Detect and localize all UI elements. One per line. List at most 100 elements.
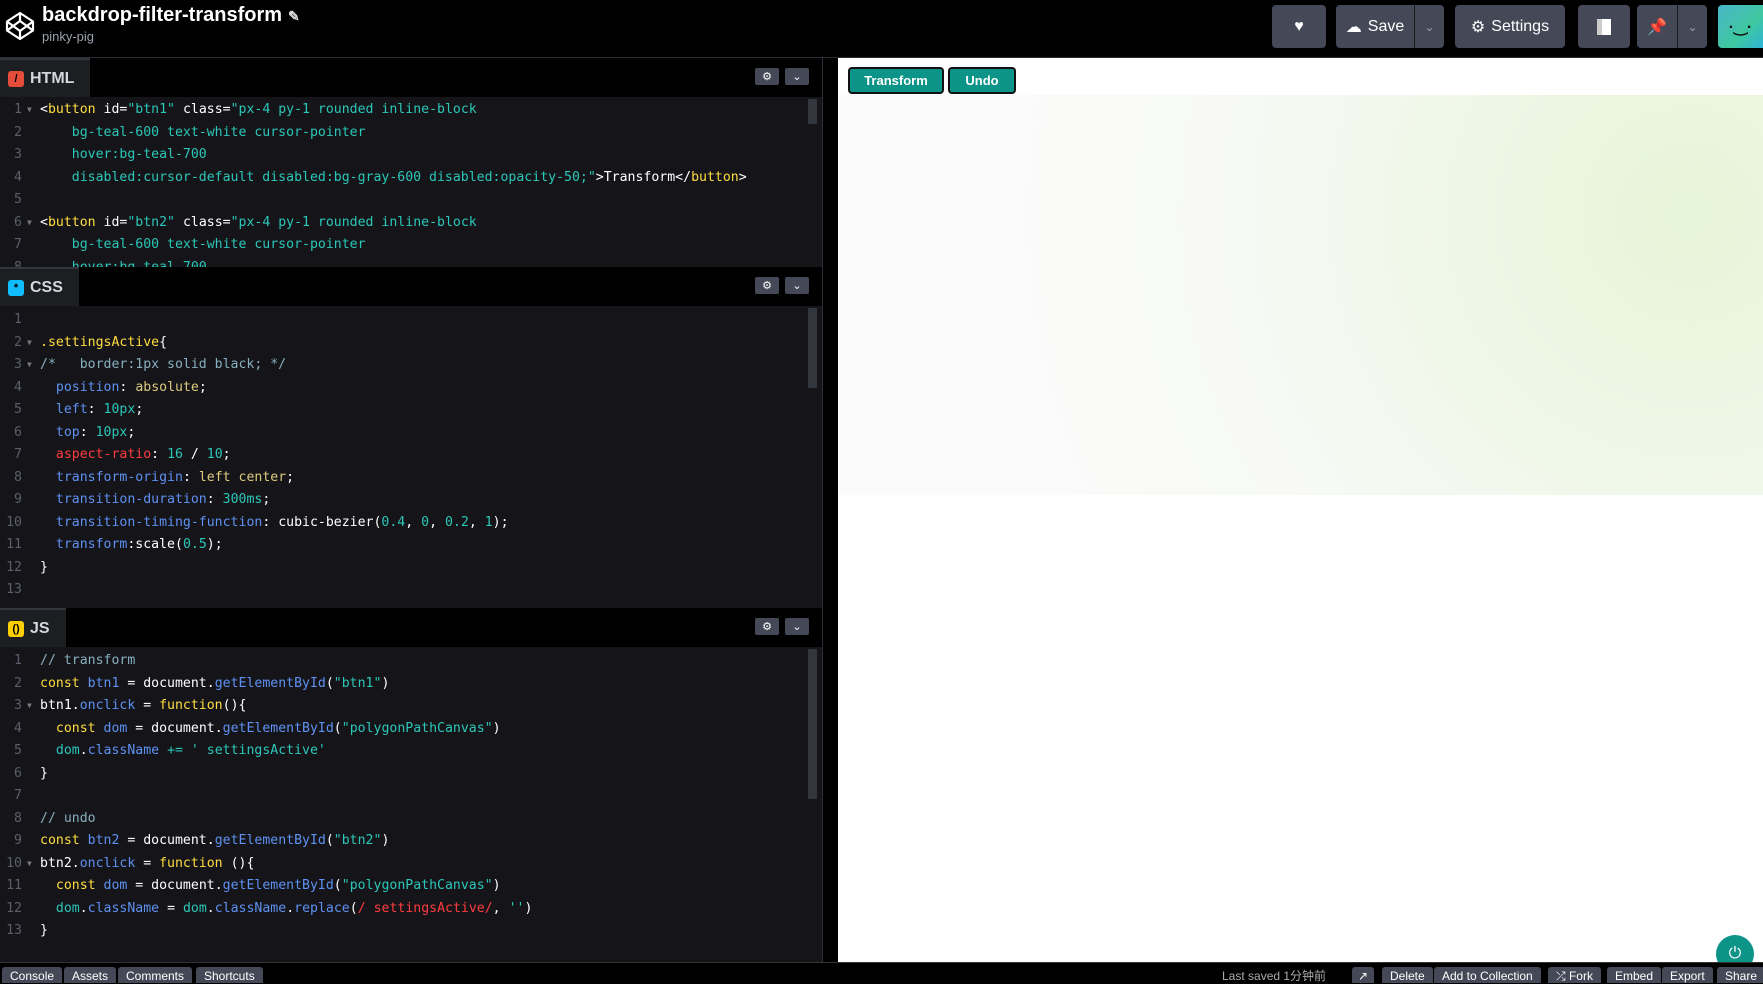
- line-number: 3: [14, 698, 22, 713]
- code-token: = document.: [119, 833, 215, 848]
- code-line: 1 // transform: [0, 650, 822, 673]
- css-code-area[interactable]: 1 2 ▼ .settingsActive{3 ▼/* border:1px solid…: [0, 306, 822, 608]
- code-line: 12}: [0, 557, 822, 580]
- cloud-icon: ☁: [1345, 18, 1362, 36]
- fork-button[interactable]: ⤮ Fork: [1548, 967, 1601, 983]
- code-line: 5: [0, 189, 822, 212]
- code-text: btn2.onclick = function (){: [40, 853, 254, 876]
- code-token: ;: [262, 492, 271, 507]
- code-text: bg-teal-600 text-white cursor-pointer: [40, 122, 366, 145]
- change-view-button[interactable]: [1578, 5, 1630, 48]
- pin-dropdown-chevron-down-icon[interactable]: ⌄: [1677, 5, 1707, 48]
- save-dropdown-chevron-down-icon[interactable]: ⌄: [1414, 5, 1444, 48]
- comments-button[interactable]: Comments: [118, 967, 193, 983]
- code-text: <button id="btn2" class="px-4 py-1 round…: [40, 212, 477, 235]
- code-token: = document.: [127, 878, 223, 893]
- fold-arrow-icon[interactable]: ▼: [27, 212, 32, 235]
- code-text: aspect-ratio: 16 / 10;: [40, 444, 231, 467]
- code-token: .: [79, 900, 88, 916]
- add-to-collection-button[interactable]: Add to Collection: [1434, 967, 1541, 983]
- fold-arrow-icon[interactable]: ▼: [27, 853, 32, 876]
- like-button[interactable]: ♥: [1272, 5, 1326, 48]
- resize-handle[interactable]: [822, 58, 838, 962]
- code-text: hover:bg-teal-700: [40, 144, 207, 167]
- code-token: left: [55, 402, 88, 417]
- pin-button[interactable]: 📌: [1637, 5, 1677, 48]
- css-settings-gear-icon[interactable]: ⚙: [755, 277, 779, 294]
- save-button[interactable]: ☁ Save: [1336, 5, 1414, 48]
- code-token: "px-4 py-1 rounded inline-block: [230, 214, 477, 230]
- code-token: /: [182, 447, 207, 462]
- code-line: 5 dom.className += ' settingsActive': [0, 740, 822, 763]
- code-token: }: [40, 765, 48, 781]
- code-line: 9 transition-duration: 300ms;: [0, 489, 822, 512]
- code-token: : cubic-bezier(: [262, 514, 382, 530]
- css-scrollbar[interactable]: [808, 308, 817, 388]
- line-number: 10: [6, 514, 22, 530]
- console-button[interactable]: Console: [2, 967, 63, 983]
- code-line: 10 ▼ btn2.onclick = function (){: [0, 853, 822, 876]
- share-button[interactable]: Share: [1717, 967, 1763, 983]
- css-collapse-chevron-down-icon[interactable]: ⌄: [785, 277, 809, 294]
- html-icon: /: [8, 70, 24, 87]
- code-text: /* border:1px solid black; */: [40, 354, 286, 377]
- js-code-area[interactable]: 1// transform 2 const btn1 = document.getE…: [0, 647, 822, 962]
- code-token: 0.5: [182, 537, 207, 552]
- line-number: 7: [14, 788, 22, 803]
- preview-pane: Transform Undo: [838, 58, 1763, 962]
- pen-owner[interactable]: pinky-pig: [42, 29, 94, 44]
- code-token: += ' settingsActive': [159, 743, 326, 758]
- code-line: 3 hover:bg-teal-700: [0, 144, 822, 167]
- code-token: function: [159, 698, 223, 713]
- line-number: 7: [14, 447, 22, 462]
- transform-button[interactable]: Transform: [848, 67, 944, 94]
- fold-arrow-icon[interactable]: ▼: [27, 332, 32, 355]
- css-tab[interactable]: * CSS: [0, 267, 79, 306]
- js-settings-gear-icon[interactable]: ⚙: [755, 618, 779, 635]
- code-token: 300ms: [222, 492, 263, 507]
- code-token: = document.: [127, 720, 223, 736]
- code-token: getElementById: [214, 675, 326, 691]
- line-number: 11: [6, 878, 22, 893]
- html-collapse-chevron-down-icon[interactable]: ⌄: [785, 68, 809, 85]
- code-token: 10: [206, 447, 223, 462]
- embed-button[interactable]: Embed: [1607, 967, 1662, 983]
- code-token: ;: [127, 424, 136, 440]
- open-external-icon[interactable]: ↗: [1352, 967, 1375, 983]
- code-token: :: [151, 447, 168, 462]
- heart-icon: ♥: [1294, 17, 1304, 35]
- html-settings-gear-icon[interactable]: ⚙: [755, 68, 779, 85]
- js-tab[interactable]: () JS: [0, 608, 66, 647]
- codepen-logo-icon[interactable]: [4, 10, 36, 42]
- delete-button[interactable]: Delete: [1382, 967, 1433, 983]
- code-text: transition-timing-function: cubic-bezier…: [40, 512, 509, 535]
- assets-button[interactable]: Assets: [64, 967, 117, 983]
- code-line: 12 dom.className = dom.className.replace…: [0, 898, 822, 921]
- export-button[interactable]: Export: [1662, 967, 1713, 983]
- code-token: '': [508, 900, 525, 916]
- shortcuts-button[interactable]: Shortcuts: [196, 967, 263, 983]
- html-tab[interactable]: / HTML: [0, 58, 91, 97]
- html-scrollbar[interactable]: [808, 99, 817, 124]
- fold-arrow-icon[interactable]: ▼: [27, 99, 32, 122]
- fold-arrow-icon[interactable]: ▼: [27, 354, 32, 377]
- js-collapse-chevron-down-icon[interactable]: ⌄: [785, 618, 809, 635]
- code-token: button: [691, 169, 739, 185]
- code-token: getElementById: [222, 720, 334, 736]
- code-token: .: [286, 900, 295, 916]
- code-token: {: [159, 334, 168, 350]
- pen-title[interactable]: backdrop-filter-transform ✎: [42, 4, 300, 27]
- edit-pencil-icon[interactable]: ✎: [288, 8, 300, 24]
- html-code-area[interactable]: 1 ▼ <button id="btn1" class="px-4 py-1 rou…: [0, 97, 822, 267]
- line-number: 5: [14, 743, 22, 758]
- settings-button[interactable]: ⚙ Settings: [1455, 5, 1565, 48]
- code-token: className: [87, 743, 160, 758]
- js-scrollbar[interactable]: [808, 649, 817, 799]
- user-avatar[interactable]: ·‿·: [1718, 5, 1763, 48]
- fold-arrow-icon[interactable]: ▼: [27, 695, 32, 718]
- undo-button[interactable]: Undo: [948, 67, 1016, 94]
- code-token: "btn1": [333, 675, 382, 691]
